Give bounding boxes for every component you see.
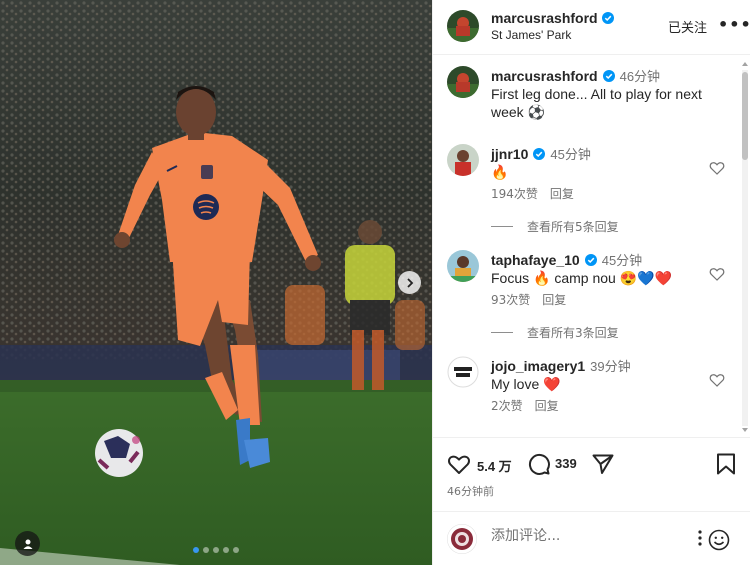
likes-count[interactable]: 5.4 万 [477,456,512,475]
more-options-icon[interactable]: ••• [718,15,750,34]
scroll-up-arrow-icon[interactable] [742,62,748,66]
view-replies-label[interactable]: 查看所有5条回复 [527,218,619,235]
carousel-dot[interactable] [203,547,209,553]
avatar-image [447,10,479,42]
post-header: marcusrashford St James' Park 已关注 ••• [433,0,750,55]
comment-username[interactable]: taphafaye_10 [491,252,580,268]
comment-text: Focus 🔥 camp nou 😍💙❤️ [491,270,673,286]
comment-likes[interactable]: 93次赞 [491,291,530,308]
person-icon [23,539,32,549]
comments-count[interactable]: 339 [555,456,577,471]
like-comment-icon[interactable] [709,160,725,176]
view-replies-button[interactable]: 查看所有5条回复 [491,218,619,235]
comment-icon[interactable] [527,452,551,476]
replies-divider [491,332,513,333]
comment-text: 🔥 [491,164,509,180]
reply-button[interactable]: 回复 [542,291,566,308]
like-icon[interactable] [447,452,471,476]
like-comment-icon[interactable] [709,266,725,282]
comment-text: My love ❤️ [491,376,561,392]
like-comment-icon[interactable] [709,372,725,388]
avatar-image [447,524,477,554]
carousel-dot[interactable] [213,547,219,553]
emoji-icon[interactable] [708,529,730,551]
comment-username[interactable]: jjnr10 [491,146,528,162]
posted-time[interactable]: 46分钟前 [447,483,494,499]
avatar-image [447,66,479,98]
chevron-right-icon [406,277,413,288]
following-button[interactable]: 已关注 [668,17,707,36]
post-media[interactable] [0,0,432,565]
carousel-indicator [193,547,239,553]
verified-badge-icon [533,147,546,160]
commenter-avatar[interactable] [447,356,479,388]
replies-divider [491,226,513,227]
comment-username[interactable]: jojo_imagery1 [491,358,585,374]
comment-likes[interactable]: 2次赞 [491,397,523,414]
scroll-down-arrow-icon[interactable] [742,428,748,432]
comment-time: 45分钟 [550,147,591,162]
reply-button[interactable]: 回复 [535,397,559,414]
verified-badge-icon [584,253,597,266]
author-avatar[interactable] [447,10,479,42]
commenter-avatar[interactable] [447,250,479,282]
commenter-avatar[interactable] [447,144,479,176]
carousel-dot[interactable] [233,547,239,553]
avatar-image [447,250,479,282]
current-user-avatar [447,524,477,554]
comment-time: 45分钟 [601,253,643,268]
caption-time: 46分钟 [619,69,661,84]
caption-avatar[interactable] [447,66,479,98]
reply-button[interactable]: 回复 [550,185,574,202]
view-replies-button[interactable]: 查看所有3条回复 [491,324,619,341]
avatar-image [447,144,479,176]
scrollbar-thumb[interactable] [742,72,748,160]
comment-input[interactable] [491,528,681,544]
verified-badge-icon [602,69,615,82]
carousel-next-button[interactable] [398,271,421,294]
author-username-text[interactable]: marcusrashford [491,10,598,26]
tagged-users-button[interactable] [15,531,40,556]
caption-text: First leg done... All to play for next w… [491,86,702,120]
post-actions: 5.4 万 339 46分钟前 [433,437,750,510]
comment-likes[interactable]: 194次赞 [491,185,538,202]
more-vertical-icon[interactable] [695,528,705,548]
comments-list[interactable]: marcusrashford 46分钟 First leg done... Al… [433,56,741,436]
carousel-dot[interactable] [223,547,229,553]
add-comment-bar [433,511,750,565]
caption-username[interactable]: marcusrashford [491,68,598,84]
avatar-image [447,356,479,388]
share-icon[interactable] [591,452,615,476]
author-username[interactable]: marcusrashford [491,10,614,26]
post-photo [0,0,432,565]
comment-time: 39分钟 [590,359,631,374]
post-location[interactable]: St James' Park [491,28,571,42]
save-bookmark-icon[interactable] [715,452,737,476]
verified-badge-icon [601,12,614,24]
comments-scrollbar[interactable] [739,58,750,438]
carousel-dot[interactable] [193,547,199,553]
post-panel: marcusrashford St James' Park 已关注 ••• ma… [432,0,750,565]
view-replies-label[interactable]: 查看所有3条回复 [527,324,619,341]
